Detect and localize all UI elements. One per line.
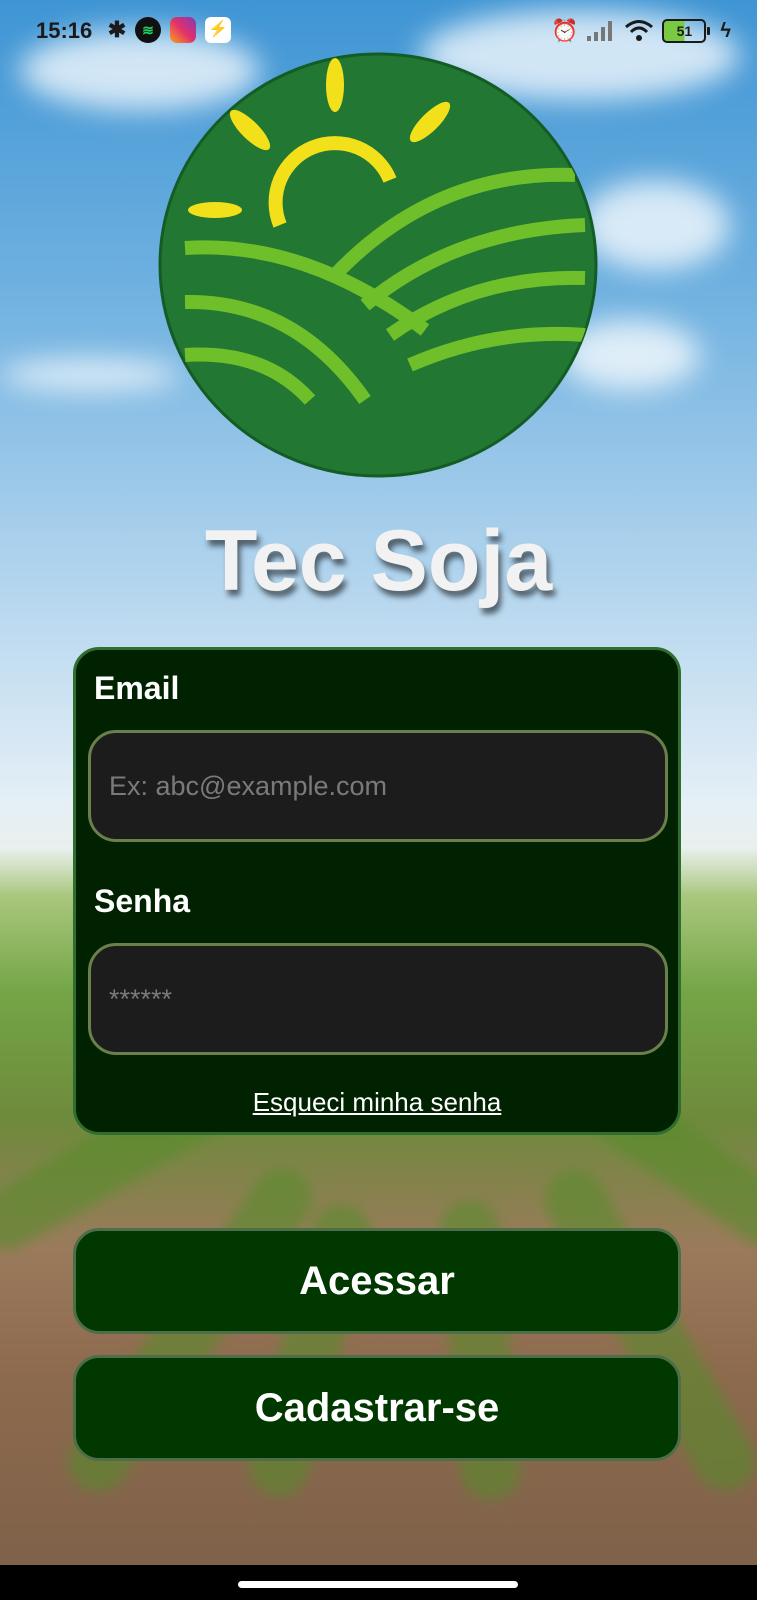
spotify-icon: ≋: [135, 17, 161, 43]
app-title: Tec Soja: [204, 513, 553, 609]
status-time: 15:16: [36, 18, 93, 43]
app-icon: ⚡: [205, 17, 231, 43]
battery-icon: 51: [662, 19, 711, 43]
password-label: Senha: [94, 883, 191, 919]
status-right: ⏰ 51 ϟ: [551, 16, 731, 46]
register-button[interactable]: Cadastrar-se: [73, 1355, 681, 1461]
wifi-icon: [625, 20, 654, 41]
bluetooth-icon: ✱: [107, 17, 127, 42]
forgot-password-link[interactable]: Esqueci minha senha: [76, 1087, 678, 1118]
app-logo: [158, 52, 598, 478]
password-field[interactable]: [88, 943, 668, 1055]
instagram-icon: [170, 17, 196, 43]
charging-icon: ϟ: [720, 19, 731, 42]
email-label: Email: [94, 670, 180, 706]
home-indicator[interactable]: [238, 1581, 518, 1588]
alarm-icon: ⏰: [551, 18, 579, 43]
signal-icon: [587, 21, 613, 41]
login-form: Email Senha Esqueci minha senha: [73, 647, 681, 1135]
email-field[interactable]: [88, 730, 668, 842]
login-button[interactable]: Acessar: [73, 1228, 681, 1334]
